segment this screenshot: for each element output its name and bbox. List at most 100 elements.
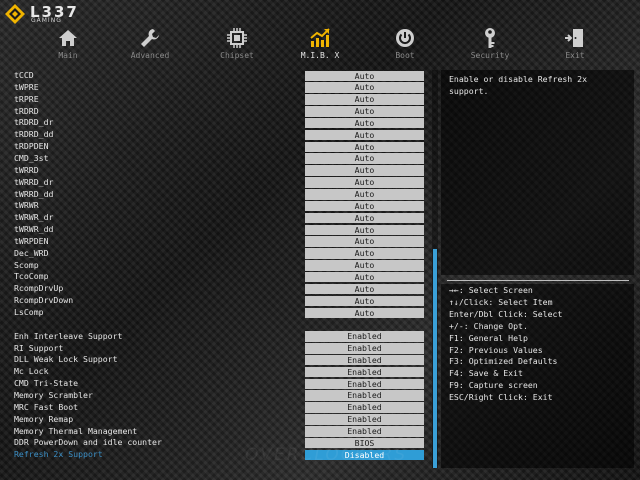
setting-row[interactable]: tWRWR_dd Auto (14, 224, 426, 236)
tab-advanced[interactable]: Advanced (110, 24, 190, 64)
tab-security-label: Security (470, 51, 510, 60)
setting-row[interactable]: tWRRD_dd Auto (14, 189, 426, 201)
key-hint: →←: Select Screen (449, 285, 533, 295)
setting-value[interactable]: Auto (305, 260, 424, 271)
setting-value[interactable]: Auto (305, 129, 424, 141)
setting-value[interactable]: Auto (305, 106, 424, 117)
tab-chipset-label: Chipset (220, 51, 254, 60)
scrollbar[interactable] (432, 70, 438, 468)
setting-row[interactable]: tWRRD Auto (14, 165, 426, 177)
setting-value[interactable]: Auto (305, 94, 424, 105)
tab-mib-x-label: M.I.B. X (300, 51, 340, 60)
setting-value[interactable]: Auto (305, 271, 424, 283)
setting-name: LsComp (14, 307, 44, 317)
chip-icon (227, 28, 247, 48)
setting-value[interactable]: Auto (305, 177, 424, 188)
setting-value[interactable]: Auto (305, 141, 424, 153)
tab-chipset[interactable]: Chipset (197, 24, 277, 64)
setting-row[interactable]: Mc Lock Enabled (14, 366, 426, 378)
tab-main[interactable]: Main (28, 24, 108, 64)
key-icon (485, 28, 495, 48)
key-hint: +/-: Change Opt. (449, 320, 528, 331)
tab-boot[interactable]: Boot (365, 24, 445, 64)
setting-name: tWPRE (14, 81, 39, 92)
setting-row[interactable]: tWRWR_dr Auto (14, 212, 426, 224)
wrench-icon (141, 29, 159, 47)
setting-row[interactable]: tCCD Auto (14, 70, 426, 82)
setting-row[interactable]: Dec_WRD Auto (14, 248, 426, 260)
key-hint: ESC/Right Click: Exit (449, 392, 553, 403)
setting-value[interactable]: Auto (305, 248, 424, 259)
exit-door-icon (565, 29, 583, 47)
setting-row[interactable]: tRDRD_dr Auto (14, 117, 426, 129)
setting-row[interactable]: Memory Scrambler Enabled (14, 390, 426, 402)
setting-value[interactable]: Auto (305, 224, 424, 236)
setting-value[interactable]: Auto (305, 307, 424, 318)
setting-row[interactable]: Scomp Auto (14, 260, 426, 272)
tab-exit-label: Exit (565, 51, 585, 60)
tab-boot-label: Boot (395, 51, 415, 60)
setting-value[interactable]: Auto (305, 212, 424, 224)
setting-row[interactable]: CMD_3st Auto (14, 153, 426, 165)
setting-value[interactable]: Enabled (305, 414, 424, 425)
setting-name: Memory Thermal Management (14, 425, 138, 436)
setting-row[interactable]: TcoComp Auto (14, 271, 426, 283)
setting-row[interactable]: DLL Weak Lock Support Enabled (14, 354, 426, 366)
setting-name: tWRRD_dr (14, 176, 54, 187)
key-hint: F2: Previous Values (449, 344, 543, 355)
setting-value[interactable]: Auto (305, 200, 424, 212)
setting-row[interactable]: tRDPDEN Auto (14, 141, 426, 153)
setting-row[interactable]: Enh Interleave Support Enabled (14, 331, 426, 343)
setting-row[interactable]: tWRPDEN Auto (14, 236, 426, 248)
setting-value[interactable]: Enabled (305, 354, 424, 366)
setting-value[interactable]: Enabled (305, 390, 424, 401)
setting-value[interactable]: Enabled (305, 343, 424, 354)
setting-name: CMD_3st (14, 152, 49, 163)
setting-row[interactable]: RI Support Enabled (14, 343, 426, 355)
setting-name: Refresh 2x Support (14, 449, 103, 460)
divider (447, 280, 629, 281)
setting-row[interactable]: tRPRE Auto (14, 94, 426, 106)
setting-value[interactable]: Enabled (305, 426, 424, 437)
setting-value[interactable]: Enabled (305, 366, 424, 378)
setting-row[interactable]: RcompDrvDown Auto (14, 295, 426, 307)
setting-value[interactable]: Auto (305, 117, 424, 129)
setting-value[interactable]: Auto (305, 236, 424, 247)
setting-row[interactable]: tRDRD_dd Auto (14, 129, 426, 141)
scrollbar-thumb[interactable] (433, 249, 437, 468)
setting-value[interactable]: Enabled (305, 402, 424, 413)
tab-security[interactable]: Security (450, 24, 530, 64)
setting-row[interactable]: CMD Tri-State Enabled (14, 378, 426, 390)
setting-value[interactable]: Auto (305, 82, 424, 93)
setting-value[interactable]: Auto (305, 283, 424, 295)
setting-name: Dec_WRD (14, 247, 49, 258)
setting-row[interactable]: Memory Thermal Management Enabled (14, 426, 426, 438)
setting-value[interactable]: Auto (305, 70, 424, 81)
setting-row[interactable]: LsComp Auto (14, 307, 426, 319)
setting-row[interactable]: tWRRD_dr Auto (14, 177, 426, 189)
setting-row[interactable]: Memory Remap Enabled (14, 414, 426, 426)
setting-value[interactable]: Enabled (305, 378, 424, 390)
setting-name: tRPRE (14, 93, 39, 104)
setting-value[interactable]: Auto (305, 165, 424, 176)
key-hint: F3: Optimized Defaults (449, 356, 558, 367)
logo-sub-text: GAMING (31, 17, 62, 24)
tab-advanced-label: Advanced (130, 51, 170, 60)
setting-row[interactable]: tRDRD Auto (14, 106, 426, 118)
setting-row[interactable]: tWRWR Auto (14, 200, 426, 212)
setting-value[interactable]: Auto (305, 189, 424, 200)
setting-name: RI Support (14, 342, 64, 353)
setting-value[interactable]: Auto (305, 295, 424, 307)
setting-row[interactable]: RcompDrvUp Auto (14, 283, 426, 295)
setting-value[interactable]: Auto (305, 153, 424, 164)
setting-row[interactable]: tWPRE Auto (14, 82, 426, 94)
setting-name: tWRRD (14, 164, 39, 175)
setting-value[interactable]: Enabled (305, 331, 424, 342)
tab-mib-x[interactable]: M.I.B. X (280, 24, 360, 64)
setting-row[interactable]: MRC Fast Boot Enabled (14, 402, 426, 414)
top-navigation: Main Advanced Chipset M.I.B. X Boot Secu… (0, 24, 640, 64)
help-text: Enable or disable Refresh 2x support. (449, 74, 588, 96)
tab-exit[interactable]: Exit (535, 24, 615, 64)
setting-name: DLL Weak Lock Support (14, 354, 118, 365)
home-icon (59, 30, 77, 46)
